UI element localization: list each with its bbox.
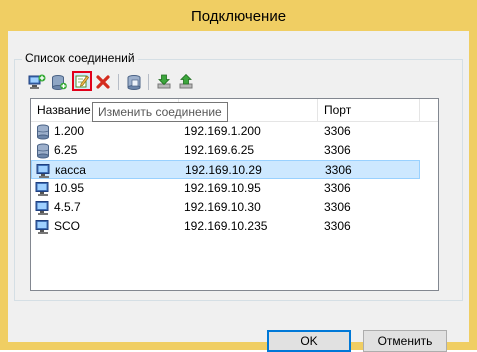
move-down-icon[interactable] bbox=[155, 73, 173, 91]
database-icon bbox=[35, 143, 51, 159]
cell-address: 192.169.1.200 bbox=[184, 124, 261, 138]
window-title: Подключение bbox=[190, 8, 287, 25]
delete-connection-icon[interactable] bbox=[94, 73, 112, 91]
cell-port: 3306 bbox=[324, 219, 351, 233]
cell-name: касса bbox=[55, 163, 86, 177]
cell-port: 3306 bbox=[325, 163, 352, 177]
computer-icon bbox=[36, 163, 52, 179]
cell-address: 192.169.10.95 bbox=[184, 181, 261, 195]
group-label: Список соединений bbox=[22, 51, 138, 65]
cancel-button[interactable]: Отменить bbox=[363, 330, 447, 352]
cell-name: 1.200 bbox=[54, 124, 85, 138]
toolbar bbox=[28, 71, 328, 94]
cell-address: 192.169.6.25 bbox=[184, 143, 255, 157]
table-row[interactable]: 6.25 192.169.6.25 3306 bbox=[31, 141, 420, 160]
table-row[interactable]: касса 192.169.10.29 3306 bbox=[31, 160, 420, 179]
tooltip: Изменить соединение bbox=[92, 102, 228, 122]
computer-icon bbox=[35, 181, 51, 197]
column-header-port[interactable]: Порт bbox=[318, 99, 420, 121]
computer-icon bbox=[35, 200, 51, 216]
edit-connection-icon[interactable] bbox=[72, 71, 92, 91]
ok-button[interactable]: OK bbox=[267, 330, 351, 352]
table-row[interactable]: SCO 192.169.10.235 3306 bbox=[31, 217, 420, 236]
dialog-window: Подключение Список соединений Название П… bbox=[0, 0, 477, 352]
database-icon[interactable] bbox=[125, 73, 143, 91]
toolbar-separator bbox=[148, 74, 149, 90]
database-icon bbox=[35, 124, 51, 140]
table-row[interactable]: 10.95 192.169.10.95 3306 bbox=[31, 179, 420, 198]
cell-address: 192.169.10.30 bbox=[184, 200, 261, 214]
cell-address: 192.169.10.235 bbox=[184, 219, 268, 233]
cell-port: 3306 bbox=[324, 200, 351, 214]
cell-port: 3306 bbox=[324, 124, 351, 138]
cell-name: 6.25 bbox=[54, 143, 78, 157]
table-row[interactable]: 4.5.7 192.169.10.30 3306 bbox=[31, 198, 420, 217]
cell-name: 4.5.7 bbox=[54, 200, 81, 214]
cell-address: 192.169.10.29 bbox=[185, 163, 262, 177]
add-database-icon[interactable] bbox=[50, 73, 68, 91]
cell-name: 10.95 bbox=[54, 181, 85, 195]
connections-list[interactable]: Название Адрес Порт 1.200192.169.1.20033… bbox=[30, 98, 439, 291]
dialog-client-area: Список соединений Название Порт 1.200 19… bbox=[8, 31, 469, 352]
computer-icon bbox=[35, 219, 51, 235]
move-up-icon[interactable] bbox=[177, 73, 195, 91]
cell-port: 3306 bbox=[324, 143, 351, 157]
cell-name: SCO bbox=[54, 219, 81, 233]
cell-port: 3306 bbox=[324, 181, 351, 195]
table-row[interactable]: 1.200 192.169.1.200 3306 bbox=[31, 122, 420, 141]
toolbar-separator bbox=[118, 74, 119, 90]
add-connection-icon[interactable] bbox=[28, 73, 46, 91]
